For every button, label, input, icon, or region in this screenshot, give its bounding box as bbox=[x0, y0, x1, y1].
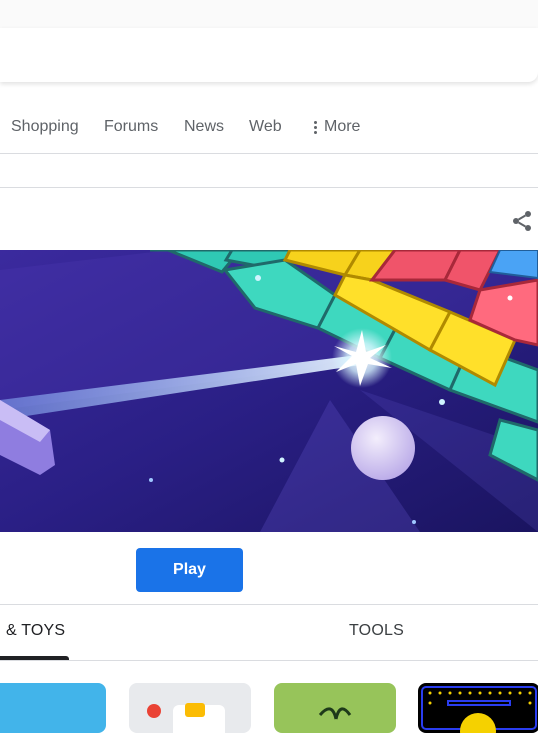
top-area bbox=[0, 0, 538, 28]
dice-icon bbox=[147, 703, 225, 733]
search-bar[interactable] bbox=[0, 28, 538, 82]
more-vert-icon bbox=[314, 120, 317, 134]
tab-more[interactable]: More bbox=[314, 118, 360, 136]
tab-shopping[interactable]: Shopping bbox=[11, 118, 79, 136]
game-card-blue[interactable] bbox=[0, 683, 106, 733]
game-card-bug[interactable] bbox=[274, 683, 396, 733]
category-tab-tools[interactable]: TOOLS bbox=[349, 622, 404, 640]
divider bbox=[0, 187, 538, 188]
bug-icon bbox=[318, 707, 352, 720]
tab-more-label: More bbox=[324, 118, 361, 135]
game-card-dice[interactable] bbox=[129, 683, 251, 733]
divider bbox=[0, 660, 538, 661]
tab-news[interactable]: News bbox=[184, 118, 224, 136]
pacman-icon bbox=[421, 686, 537, 733]
breakout-game-image[interactable] bbox=[0, 250, 538, 532]
search-tabs: Shopping Forums News Web More bbox=[0, 108, 538, 148]
share-icon[interactable] bbox=[510, 209, 534, 233]
game-card-pacman[interactable] bbox=[418, 683, 538, 733]
tab-forums[interactable]: Forums bbox=[104, 118, 158, 136]
play-button[interactable]: Play bbox=[136, 548, 243, 592]
category-tab-toys[interactable]: & TOYS bbox=[6, 622, 65, 640]
tab-web[interactable]: Web bbox=[249, 118, 282, 136]
divider bbox=[0, 153, 538, 154]
divider bbox=[0, 604, 538, 605]
